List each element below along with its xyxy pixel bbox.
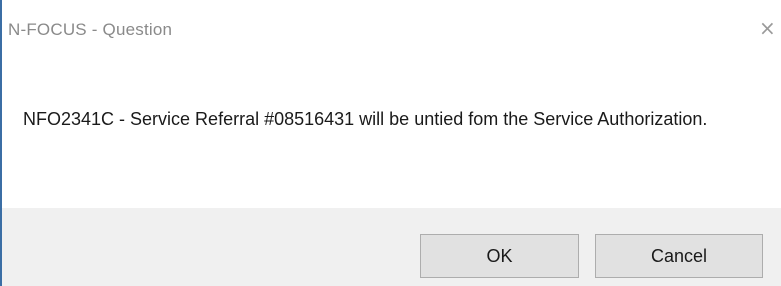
- window-title: N-FOCUS - Question: [8, 20, 173, 39]
- close-icon[interactable]: ×: [759, 14, 781, 42]
- ok-button[interactable]: OK: [420, 234, 579, 278]
- dialog-content: NFO2341C - Service Referral #08516431 wi…: [2, 64, 781, 208]
- cancel-button[interactable]: Cancel: [595, 234, 763, 278]
- question-dialog: N-FOCUS - Question × NFO2341C - Service …: [0, 0, 781, 286]
- button-bar: OK Cancel: [2, 208, 781, 286]
- title-bar[interactable]: N-FOCUS - Question ×: [2, 0, 781, 64]
- message-text: NFO2341C - Service Referral #08516431 wi…: [23, 109, 708, 129]
